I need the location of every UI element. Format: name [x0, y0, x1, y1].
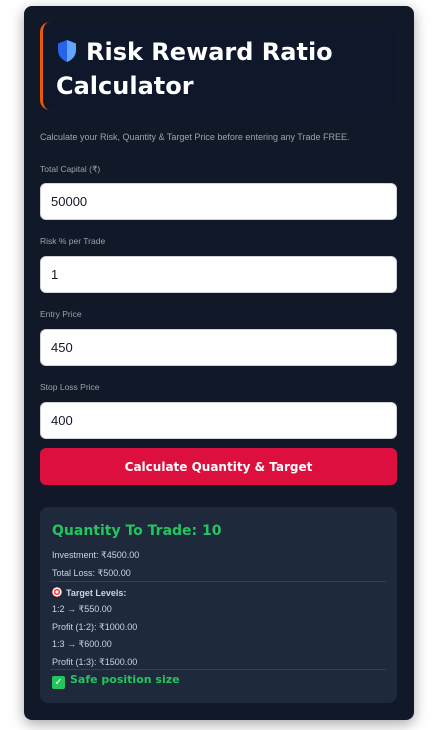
calculator-card: Risk Reward Ratio Calculator Calculate y…	[24, 6, 414, 720]
calculate-button[interactable]: Calculate Quantity & Target	[40, 448, 397, 485]
stoploss-input[interactable]	[40, 402, 397, 439]
target-levels-label: Target Levels:	[66, 588, 127, 598]
capital-input[interactable]	[40, 183, 397, 220]
subtitle: Calculate your Risk, Quantity & Target P…	[40, 132, 350, 142]
investment-text: Investment: ₹4500.00	[52, 550, 140, 560]
risk-label: Risk % per Trade	[40, 236, 106, 246]
status-badge: ✓ Safe position size	[52, 673, 180, 689]
target-1-3: 1:3 → ₹600.00	[52, 639, 112, 649]
divider	[50, 669, 386, 670]
capital-label: Total Capital (₹)	[40, 164, 101, 174]
header: Risk Reward Ratio Calculator	[40, 22, 396, 110]
profit-1-2: Profit (1:2): ₹1000.00	[52, 622, 138, 632]
quantity-result: Quantity To Trade: 10	[52, 523, 222, 539]
check-icon: ✓	[52, 676, 65, 689]
status-text: Safe position size	[70, 673, 180, 686]
total-loss-text: Total Loss: ₹500.00	[52, 568, 131, 578]
shield-icon	[58, 40, 76, 62]
risk-input[interactable]	[40, 256, 397, 293]
target-icon	[52, 587, 62, 597]
profit-1-3: Profit (1:3): ₹1500.00	[52, 657, 138, 667]
stoploss-label: Stop Loss Price	[40, 382, 100, 392]
page-title-text: Risk Reward Ratio Calculator	[56, 38, 333, 100]
result-panel: Quantity To Trade: 10 Investment: ₹4500.…	[40, 507, 397, 703]
target-1-2: 1:2 → ₹550.00	[52, 604, 112, 614]
divider	[50, 581, 386, 582]
entry-label: Entry Price	[40, 309, 82, 319]
page-title: Risk Reward Ratio Calculator	[56, 35, 390, 103]
target-levels-heading: Target Levels:	[52, 587, 126, 598]
entry-price-input[interactable]	[40, 329, 397, 366]
